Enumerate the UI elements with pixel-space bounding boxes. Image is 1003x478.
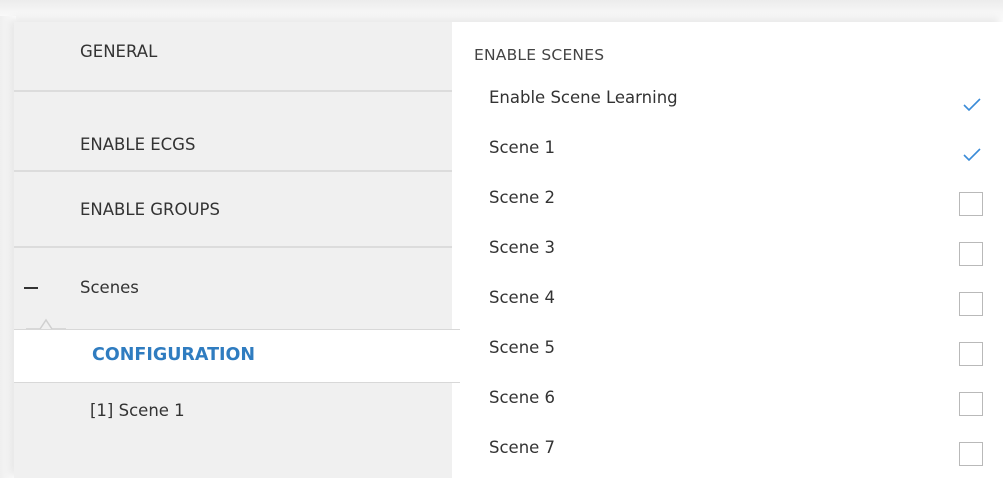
parameter-row: Scene 1 <box>460 126 1003 176</box>
sidebar-subitem-configuration[interactable]: CONFIGURATION <box>14 329 460 383</box>
checkmark-icon <box>963 98 981 112</box>
parameters-window: GENERAL ENABLE ECGS ENABLE GROUPS Scenes… <box>14 22 1003 478</box>
parameter-row: Scene 7 <box>460 426 1003 476</box>
sidebar-subitem-label: [1] Scene 1 <box>90 401 185 420</box>
sidebar-item-general[interactable]: GENERAL <box>14 22 452 92</box>
parameter-row: Scene 4 <box>460 276 1003 326</box>
parameter-checkbox[interactable] <box>959 142 983 166</box>
parameter-checkbox[interactable] <box>959 92 983 116</box>
parameter-checkbox[interactable] <box>959 442 983 466</box>
sidebar-item-label: Scenes <box>80 278 139 297</box>
parameter-label: Scene 5 <box>489 338 556 357</box>
sidebar-item-scenes[interactable]: Scenes <box>14 248 452 329</box>
sidebar-item-label: ENABLE ECGS <box>80 135 196 154</box>
parameters-panel: ENABLE SCENES Enable Scene Learning Scene… <box>460 22 1003 478</box>
sidebar-item-label: GENERAL <box>80 42 158 61</box>
parameter-label: Scene 7 <box>489 438 556 457</box>
screenshot-frame: GENERAL ENABLE ECGS ENABLE GROUPS Scenes… <box>0 0 1003 478</box>
parameter-row: Scene 3 <box>460 226 1003 276</box>
parameter-checkbox[interactable] <box>959 192 983 216</box>
parameter-checkbox[interactable] <box>959 342 983 366</box>
parameter-checkbox[interactable] <box>959 292 983 316</box>
parameter-checkbox[interactable] <box>959 392 983 416</box>
parameter-label: Enable Scene Learning <box>489 88 678 107</box>
parameter-label: Scene 2 <box>489 188 556 207</box>
parameter-label: Scene 6 <box>489 388 556 407</box>
sidebar-subitem-scene-1[interactable]: [1] Scene 1 <box>14 383 452 443</box>
collapse-icon[interactable] <box>24 287 38 289</box>
sidebar-item-label: ENABLE GROUPS <box>80 200 220 219</box>
parameter-row: Scene 5 <box>460 326 1003 376</box>
parameter-row: Scene 2 <box>460 176 1003 226</box>
sidebar-subitem-label: CONFIGURATION <box>92 345 256 365</box>
top-shadow <box>0 0 1003 22</box>
parameter-label: Scene 4 <box>489 288 556 307</box>
parameter-row: Enable Scene Learning <box>460 76 1003 126</box>
parameter-row: Scene 6 <box>460 376 1003 426</box>
parameter-label: Scene 1 <box>489 138 556 157</box>
sidebar-item-enable-groups[interactable]: ENABLE GROUPS <box>14 172 452 248</box>
sidebar-item-enable-ecgs[interactable]: ENABLE ECGS <box>14 92 452 172</box>
checkmark-icon <box>963 148 981 162</box>
parameter-label: Scene 3 <box>489 238 556 257</box>
parameter-checkbox[interactable] <box>959 242 983 266</box>
section-title: ENABLE SCENES <box>474 46 605 64</box>
